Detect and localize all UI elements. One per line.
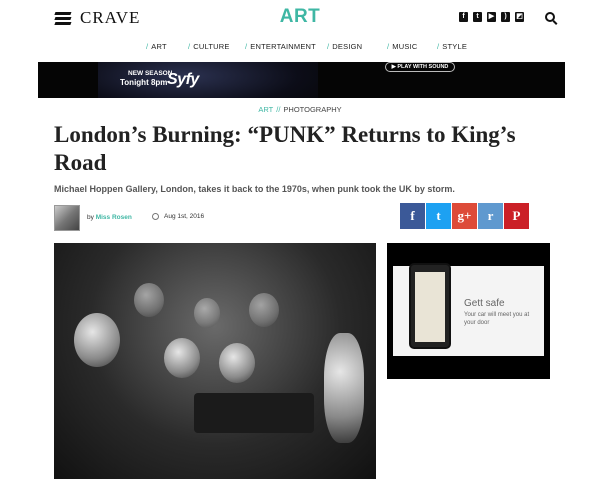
- nav-item-design[interactable]: / DESIGN: [327, 42, 362, 51]
- share-buttons: f t g+ r P: [400, 203, 529, 229]
- banner-new-season: NEW SEASON: [128, 70, 173, 77]
- youtube-icon[interactable]: ▶: [487, 12, 496, 22]
- article-title: London’s Burning: “PUNK” Returns to King…: [54, 122, 516, 175]
- nav-item-entertainment[interactable]: / ENTERTAINMENT: [245, 42, 316, 51]
- breadcrumb-category[interactable]: ART: [258, 105, 273, 114]
- reddit-share-button[interactable]: r: [478, 203, 503, 229]
- author-avatar[interactable]: [54, 205, 80, 231]
- publish-date: Aug 1st, 2016: [152, 213, 204, 220]
- hero-photo: [54, 243, 376, 479]
- ad-headline: Gett safe: [464, 298, 505, 309]
- twitter-icon[interactable]: t: [473, 12, 482, 22]
- nav-item-style[interactable]: / STYLE: [437, 42, 467, 51]
- article-dek: Michael Hoppen Gallery, London, takes it…: [54, 184, 455, 194]
- breadcrumb: ART//PHOTOGRAPHY: [0, 105, 600, 114]
- sidebar-ad[interactable]: Gett safe Your car will meet you at your…: [387, 243, 550, 379]
- syfy-logo: Syfy: [167, 71, 199, 88]
- phone-image: [409, 263, 451, 349]
- breadcrumb-separator: //: [276, 105, 281, 114]
- facebook-share-button[interactable]: f: [400, 203, 425, 229]
- social-links: f t ▶ ) ◩: [459, 12, 524, 22]
- main-nav: / ART / CULTURE / ENTERTAINMENT / DESIGN / MU…: [0, 42, 600, 56]
- rss-icon[interactable]: ): [501, 12, 510, 22]
- banner-tonight: Tonight 8pm: [120, 78, 168, 87]
- nav-item-music[interactable]: / MUSIC: [387, 42, 417, 51]
- gplus-share-button[interactable]: g+: [452, 203, 477, 229]
- play-with-sound-button[interactable]: ▶ PLAY WITH SOUND: [385, 62, 455, 72]
- search-icon[interactable]: [545, 12, 555, 22]
- breadcrumb-subcategory[interactable]: PHOTOGRAPHY: [283, 105, 341, 114]
- clock-icon: [152, 213, 159, 220]
- author-link[interactable]: Miss Rosen: [96, 214, 132, 221]
- facebook-icon[interactable]: f: [459, 12, 468, 22]
- twitter-share-button[interactable]: t: [426, 203, 451, 229]
- banner-ad[interactable]: NEW SEASON Tonight 8pm Syfy ▶ PLAY WITH …: [38, 62, 565, 98]
- pinterest-share-button[interactable]: P: [504, 203, 529, 229]
- nav-item-culture[interactable]: / CULTURE: [188, 42, 230, 51]
- flipboard-icon[interactable]: ◩: [515, 12, 524, 22]
- site-header: CRAVE ART f t ▶ ) ◩: [0, 0, 600, 36]
- nav-item-art[interactable]: / ART: [146, 42, 167, 51]
- byline: by Miss Rosen: [87, 214, 132, 221]
- ad-subtext: Your car will meet you at your door: [464, 312, 530, 326]
